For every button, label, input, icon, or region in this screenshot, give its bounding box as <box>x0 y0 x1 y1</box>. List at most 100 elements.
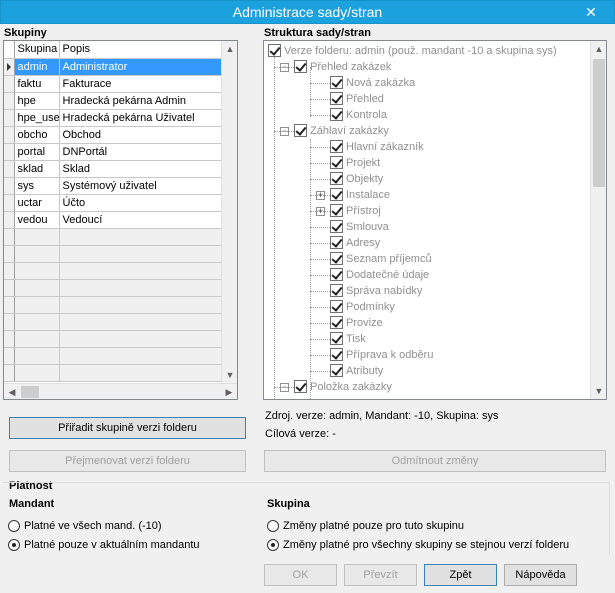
cell-group-code[interactable] <box>14 347 60 365</box>
checkbox-checked-icon[interactable] <box>330 204 343 217</box>
cell-group-code[interactable] <box>14 279 60 297</box>
row-indicator[interactable] <box>4 330 15 348</box>
tree-node[interactable]: Podmínky <box>330 299 395 315</box>
table-row[interactable]: sys Systémový uživatel <box>4 177 236 195</box>
row-indicator[interactable] <box>4 126 15 144</box>
row-indicator[interactable] <box>4 347 15 365</box>
cell-group-code[interactable]: vedou <box>14 211 60 229</box>
cell-group-description[interactable] <box>59 245 236 263</box>
tree-node[interactable]: Verze folderu: admin (použ. mandant -10 … <box>268 43 557 59</box>
help-button[interactable]: Nápověda <box>504 564 577 586</box>
tree-node[interactable]: Kontrola <box>330 107 387 123</box>
groups-vertical-scrollbar[interactable]: ▲ ▼ <box>221 41 237 383</box>
radio-current-mandant[interactable]: Platné pouze v aktuálním mandantu <box>8 537 200 553</box>
rename-folder-version-button[interactable]: Přejmenovat verzi folderu <box>9 450 246 472</box>
cell-group-code[interactable] <box>14 262 60 280</box>
tree-node[interactable]: Přístroj <box>330 203 381 219</box>
cell-group-code[interactable] <box>14 296 60 314</box>
tree-node[interactable]: Adresy <box>330 235 380 251</box>
radio-all-groups[interactable]: Změny platné pro všechny skupiny se stej… <box>267 537 569 553</box>
tree-node[interactable]: Přehled <box>330 91 384 107</box>
cell-group-code[interactable] <box>14 364 60 382</box>
cell-group-description[interactable]: Účto <box>59 194 236 212</box>
vertical-scroll-thumb[interactable] <box>593 59 605 187</box>
tree-vertical-scrollbar[interactable]: ▲ ▼ <box>590 41 606 399</box>
checkbox-checked-icon[interactable] <box>330 188 343 201</box>
checkbox-checked-icon[interactable] <box>330 156 343 169</box>
checkbox-checked-icon[interactable] <box>330 140 343 153</box>
table-row[interactable]: hpe Hradecká pekárna Admin <box>4 92 236 110</box>
cell-group-description[interactable]: Sklad <box>59 160 236 178</box>
row-indicator[interactable] <box>4 296 15 314</box>
structure-tree[interactable]: ▲ ▼ Verze folderu: admin (použ. mandant … <box>263 40 607 400</box>
tree-node[interactable]: Záhlaví zakázky <box>294 123 389 139</box>
row-indicator[interactable] <box>4 143 15 161</box>
tree-node[interactable]: Správa nabídky <box>330 283 422 299</box>
checkbox-checked-icon[interactable] <box>330 172 343 185</box>
row-indicator[interactable] <box>4 58 15 76</box>
row-indicator[interactable] <box>4 92 15 110</box>
assign-folder-version-button[interactable]: Přiřadit skupině verzi folderu <box>9 417 246 439</box>
take-over-button[interactable]: Převzít <box>344 564 417 586</box>
cell-group-description[interactable]: Hradecká pekárna Uživatel <box>59 109 236 127</box>
cell-group-code[interactable]: uctar <box>14 194 60 212</box>
checkbox-checked-icon[interactable] <box>294 380 307 393</box>
cell-group-description[interactable]: Vedoucí <box>59 211 236 229</box>
column-header-description[interactable]: Popis <box>59 41 236 59</box>
cell-group-code[interactable]: sys <box>14 177 60 195</box>
scroll-left-icon[interactable]: ◀ <box>4 384 20 399</box>
cell-group-code[interactable]: portal <box>14 143 60 161</box>
tree-node[interactable]: Hlavní zákazník <box>330 139 424 155</box>
checkbox-checked-icon[interactable] <box>330 236 343 249</box>
cell-group-code[interactable]: sklad <box>14 160 60 178</box>
checkbox-checked-icon[interactable] <box>330 300 343 313</box>
row-indicator[interactable] <box>4 313 15 331</box>
row-indicator[interactable] <box>4 279 15 297</box>
row-indicator[interactable] <box>4 177 15 195</box>
row-indicator[interactable] <box>4 228 15 246</box>
table-row[interactable]: vedou Vedoucí <box>4 211 236 229</box>
cell-group-code[interactable]: obcho <box>14 126 60 144</box>
row-indicator[interactable] <box>4 75 15 93</box>
row-indicator[interactable] <box>4 245 15 263</box>
cell-group-code[interactable] <box>14 330 60 348</box>
horizontal-scroll-thumb[interactable] <box>21 386 39 398</box>
row-indicator[interactable] <box>4 262 15 280</box>
column-header-group[interactable]: Skupina <box>14 41 60 59</box>
row-indicator[interactable] <box>4 211 15 229</box>
checkbox-checked-icon[interactable] <box>330 364 343 377</box>
cell-group-description[interactable] <box>59 228 236 246</box>
tree-node[interactable]: Seznam příjemců <box>330 251 432 267</box>
checkbox-checked-icon[interactable] <box>330 348 343 361</box>
groups-grid[interactable]: Skupina Popis admin Administrator faktu Fak… <box>3 40 238 400</box>
checkbox-checked-icon[interactable] <box>330 268 343 281</box>
checkbox-checked-icon[interactable] <box>294 60 307 73</box>
checkbox-checked-icon[interactable] <box>330 92 343 105</box>
cell-group-description[interactable]: Fakturace <box>59 75 236 93</box>
table-row[interactable]: sklad Sklad <box>4 160 236 178</box>
table-row[interactable]: hpe_use Hradecká pekárna Uživatel <box>4 109 236 127</box>
table-row[interactable]: portal DNPortál <box>4 143 236 161</box>
radio-button-icon[interactable] <box>8 539 20 551</box>
checkbox-checked-icon[interactable] <box>330 284 343 297</box>
back-button[interactable]: Zpět <box>424 564 497 586</box>
cell-group-description[interactable] <box>59 364 236 382</box>
checkbox-checked-icon[interactable] <box>330 332 343 345</box>
cell-group-description[interactable]: Hradecká pekárna Admin <box>59 92 236 110</box>
cell-group-description[interactable]: Administrator <box>59 58 236 76</box>
cell-group-description[interactable]: Systémový uživatel <box>59 177 236 195</box>
tree-node[interactable]: Nová zakázka <box>330 75 415 91</box>
close-icon[interactable]: ✕ <box>576 2 606 22</box>
row-indicator[interactable] <box>4 194 15 212</box>
cell-group-description[interactable] <box>59 296 236 314</box>
scroll-up-icon[interactable]: ▲ <box>591 41 606 57</box>
cell-group-code[interactable]: admin <box>14 58 60 76</box>
scroll-up-icon[interactable]: ▲ <box>222 41 237 57</box>
table-row[interactable]: uctar Účto <box>4 194 236 212</box>
row-indicator[interactable] <box>4 364 15 382</box>
cell-group-description[interactable] <box>59 279 236 297</box>
cell-group-description[interactable]: DNPortál <box>59 143 236 161</box>
tree-node[interactable]: Příprava k odběru <box>330 347 433 363</box>
radio-this-group-only[interactable]: Změny platné pouze pro tuto skupinu <box>267 518 464 534</box>
checkbox-checked-icon[interactable] <box>330 220 343 233</box>
